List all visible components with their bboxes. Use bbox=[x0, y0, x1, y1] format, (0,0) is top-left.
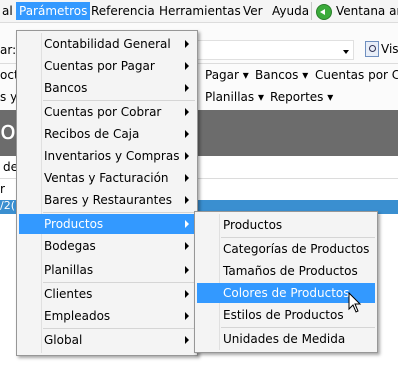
menubar-separator bbox=[311, 2, 312, 20]
banner-title: o bbox=[0, 116, 16, 146]
chevron-right-icon bbox=[185, 130, 189, 138]
menu-item-inventarios-y-compras[interactable]: Inventarios y Compras bbox=[19, 146, 195, 166]
menu-item-contabilidad-general[interactable]: Contabilidad General bbox=[19, 34, 195, 54]
chevron-right-icon bbox=[185, 242, 189, 250]
chevron-right-icon bbox=[185, 336, 189, 344]
menu-parametros[interactable]: Parámetros bbox=[16, 2, 91, 20]
menu-item-cuentas-por-pagar[interactable]: Cuentas por Pagar bbox=[19, 56, 195, 76]
menu-separator bbox=[221, 237, 375, 238]
menu-item-empleados[interactable]: Empleados bbox=[19, 306, 195, 326]
menu-ver[interactable]: Ver bbox=[240, 3, 266, 19]
chevron-right-icon bbox=[185, 220, 189, 228]
toolbar-planillas[interactable]: Planillas ▾ bbox=[205, 90, 264, 104]
view-icon[interactable] bbox=[365, 41, 379, 57]
chevron-down-icon[interactable] bbox=[343, 50, 349, 54]
chevron-right-icon bbox=[185, 312, 189, 320]
mouse-pointer-icon bbox=[348, 292, 362, 313]
submenu-item-categorias[interactable]: Categorías de Productos bbox=[197, 239, 375, 259]
search-input[interactable] bbox=[195, 40, 354, 60]
menu-partial-left[interactable]: al bbox=[0, 3, 16, 19]
menu-item-bancos[interactable]: Bancos bbox=[19, 78, 195, 98]
chevron-right-icon bbox=[185, 152, 189, 160]
submenu-item-tamanos[interactable]: Tamaños de Productos bbox=[197, 261, 375, 281]
chevron-right-icon bbox=[185, 174, 189, 182]
toolbar-reportes[interactable]: Reportes ▾ bbox=[270, 90, 333, 104]
back-arrow-icon[interactable] bbox=[316, 4, 332, 20]
productos-submenu: Productos Categorías de Productos Tamaño… bbox=[194, 211, 378, 353]
menu-herramientas[interactable]: Herramientas bbox=[156, 3, 244, 19]
chevron-right-icon bbox=[185, 266, 189, 274]
parametros-menu: Contabilidad General Cuentas por Pagar B… bbox=[16, 30, 198, 356]
chevron-right-icon bbox=[185, 84, 189, 92]
chevron-right-icon bbox=[185, 40, 189, 48]
toolbar-pagar[interactable]: Pagar ▾ bbox=[205, 68, 249, 82]
chevron-right-icon bbox=[185, 62, 189, 70]
toolbar-item-partial-2[interactable]: s y bbox=[0, 90, 17, 104]
previous-window-button[interactable]: Ventana ant bbox=[333, 3, 398, 19]
menu-item-bares-y-restaurantes[interactable]: Bares y Restaurantes bbox=[19, 190, 195, 210]
submenu-item-unidades-de-medida[interactable]: Unidades de Medida bbox=[197, 329, 375, 349]
menu-item-recibos-de-caja[interactable]: Recibos de Caja bbox=[19, 124, 195, 144]
menu-item-global[interactable]: Global bbox=[19, 330, 195, 350]
menu-item-planillas[interactable]: Planillas bbox=[19, 260, 195, 280]
toolbar-cuentas-por-cobrar[interactable]: Cuentas por Col bbox=[315, 68, 398, 82]
menu-item-bodegas[interactable]: Bodegas bbox=[19, 236, 195, 256]
view-button-label[interactable]: Vis bbox=[381, 42, 398, 56]
chevron-right-icon bbox=[185, 196, 189, 204]
toolbar-bancos[interactable]: Bancos ▾ bbox=[255, 68, 308, 82]
menu-separator bbox=[43, 212, 195, 213]
menu-item-ventas-y-facturacion[interactable]: Ventas y Facturación bbox=[19, 168, 195, 188]
chevron-right-icon bbox=[185, 108, 189, 116]
menu-separator bbox=[43, 282, 195, 283]
selection-row-text: /2( bbox=[0, 199, 15, 212]
menubar: al Parámetros Referencia Herramientas Ve… bbox=[0, 0, 398, 23]
menu-separator bbox=[221, 327, 375, 328]
menu-separator bbox=[43, 100, 195, 101]
menu-item-productos[interactable]: Productos bbox=[19, 214, 195, 234]
menu-separator bbox=[43, 328, 195, 329]
menu-referencia[interactable]: Referencia bbox=[88, 3, 158, 19]
label-r: r bbox=[0, 182, 5, 196]
chevron-right-icon bbox=[185, 290, 189, 298]
menu-ayuda[interactable]: Ayuda bbox=[269, 3, 312, 19]
menu-item-cuentas-por-cobrar[interactable]: Cuentas por Cobrar bbox=[19, 102, 195, 122]
menu-item-clientes[interactable]: Clientes bbox=[19, 284, 195, 304]
search-prefix-label: ar: bbox=[0, 43, 17, 57]
submenu-item-productos[interactable]: Productos bbox=[197, 215, 375, 235]
